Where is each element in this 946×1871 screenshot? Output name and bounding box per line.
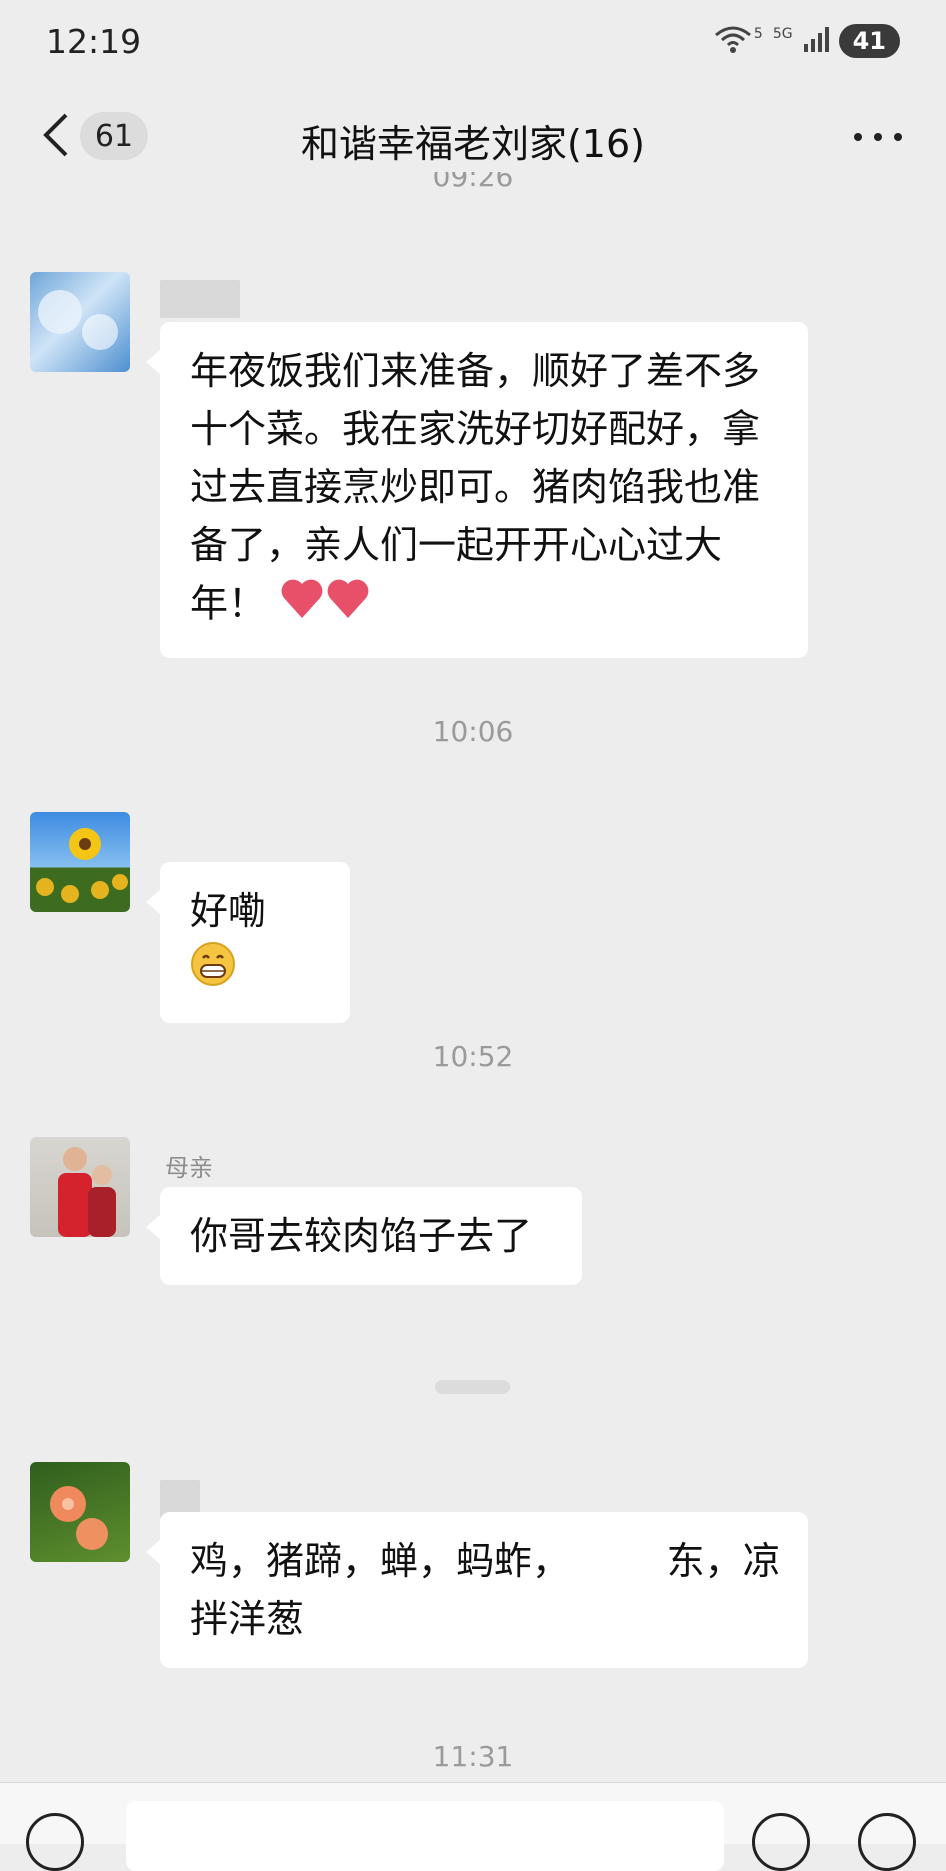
- battery-icon: 41: [838, 24, 900, 58]
- avatar-image: [58, 1147, 116, 1237]
- message-text: 好嘞: [190, 889, 267, 933]
- avatar-image: [36, 828, 128, 903]
- message-text: 你哥去较肉馅子去了: [190, 1214, 533, 1258]
- message-line: 拌洋葱: [190, 1597, 305, 1641]
- message-bubble[interactable]: 年夜饭我们来准备，顺好了差不多 十个菜。我在家洗好切好配好，拿 过去直接烹炒即可…: [146, 322, 808, 658]
- message-line-text: 年！: [190, 581, 267, 626]
- message-bubble[interactable]: 鸡，猪蹄，蝉，蚂蚱， 东，凉 拌洋葱: [146, 1512, 808, 1668]
- timestamp-partial: 09:26: [432, 172, 514, 190]
- sender-name: 母亲: [165, 1154, 213, 1182]
- message-line: 年夜饭我们来准备，顺好了差不多: [190, 349, 761, 393]
- signal-icon: [803, 26, 829, 56]
- emoji-button[interactable]: [752, 1813, 810, 1871]
- avatar[interactable]: [30, 1462, 130, 1562]
- message-input[interactable]: [126, 1801, 724, 1871]
- message-bubble[interactable]: 你哥去较肉馅子去了: [146, 1187, 582, 1285]
- avatar[interactable]: [30, 272, 130, 372]
- status-time: 12:19: [46, 22, 142, 61]
- status-icons: 5 5G 41: [714, 24, 900, 58]
- grin-face-icon: [190, 941, 236, 1003]
- avatar-image: [50, 1486, 108, 1550]
- message-line: 十个菜。我在家洗好切好配好，拿: [190, 407, 761, 451]
- message-line: 备了，亲人们一起开开心心过大: [190, 523, 723, 567]
- timestamp: 10:06: [432, 715, 514, 748]
- timestamp: 11:31: [432, 1740, 514, 1773]
- more-button[interactable]: [854, 117, 902, 157]
- avatar[interactable]: [30, 1137, 130, 1237]
- message-line: 年！: [190, 574, 778, 638]
- message-line: 鸡，猪蹄，蝉，蚂蚱， 东，凉: [190, 1539, 781, 1583]
- heart-icon: [278, 574, 374, 638]
- timestamp-blurred: [435, 1380, 510, 1394]
- more-icon: [854, 133, 862, 141]
- network-label: 5G: [772, 26, 793, 42]
- message-bubble[interactable]: 好嘞: [146, 862, 350, 1023]
- status-bar: 12:19 5 5G 41: [0, 0, 946, 90]
- wifi-label: 5: [753, 26, 763, 42]
- plus-button[interactable]: [858, 1813, 916, 1871]
- wifi-icon: [714, 25, 752, 57]
- voice-button[interactable]: [26, 1813, 84, 1871]
- message-line: 过去直接烹炒即可。猪肉馅我也准: [190, 465, 761, 509]
- avatar[interactable]: [30, 812, 130, 912]
- sender-name-blurred: [160, 280, 240, 318]
- input-bar: [0, 1782, 946, 1871]
- avatar-image: [38, 290, 118, 350]
- timestamp: 10:52: [432, 1040, 514, 1073]
- chat-title: 和谐幸福老刘家(16): [300, 122, 645, 166]
